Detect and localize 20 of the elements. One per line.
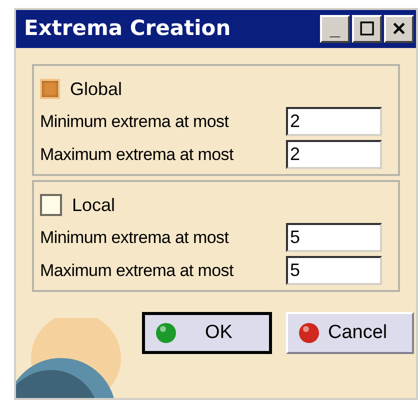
checkbox-label: Local bbox=[72, 194, 116, 216]
checkbox-label: Global bbox=[70, 78, 122, 100]
input-field[interactable]: 2 bbox=[286, 107, 382, 136]
input-field[interactable]: 2 bbox=[286, 140, 382, 169]
field-label: Minimum extrema at most bbox=[40, 226, 230, 249]
window-title: Extrema Creation bbox=[24, 15, 231, 42]
field-label: Maximum extrema at most bbox=[40, 260, 235, 282]
close-button[interactable]: ✕ bbox=[384, 15, 414, 43]
input-field[interactable]: 5 bbox=[286, 256, 382, 285]
field-label: Minimum extrema at most bbox=[40, 110, 230, 133]
ball-icon bbox=[298, 322, 320, 344]
checkbox[interactable] bbox=[40, 194, 62, 216]
maximize-button[interactable]: ☐ bbox=[352, 15, 382, 43]
field-label: Maximum extrema at most bbox=[40, 144, 235, 166]
input-field[interactable]: 5 bbox=[286, 223, 382, 252]
ok-button[interactable]: OK bbox=[142, 312, 272, 354]
cancel-button[interactable]: Cancel bbox=[286, 312, 414, 354]
checkbox[interactable] bbox=[40, 79, 60, 99]
minimize-button[interactable]: _ bbox=[320, 15, 350, 43]
ball-icon bbox=[155, 322, 177, 344]
